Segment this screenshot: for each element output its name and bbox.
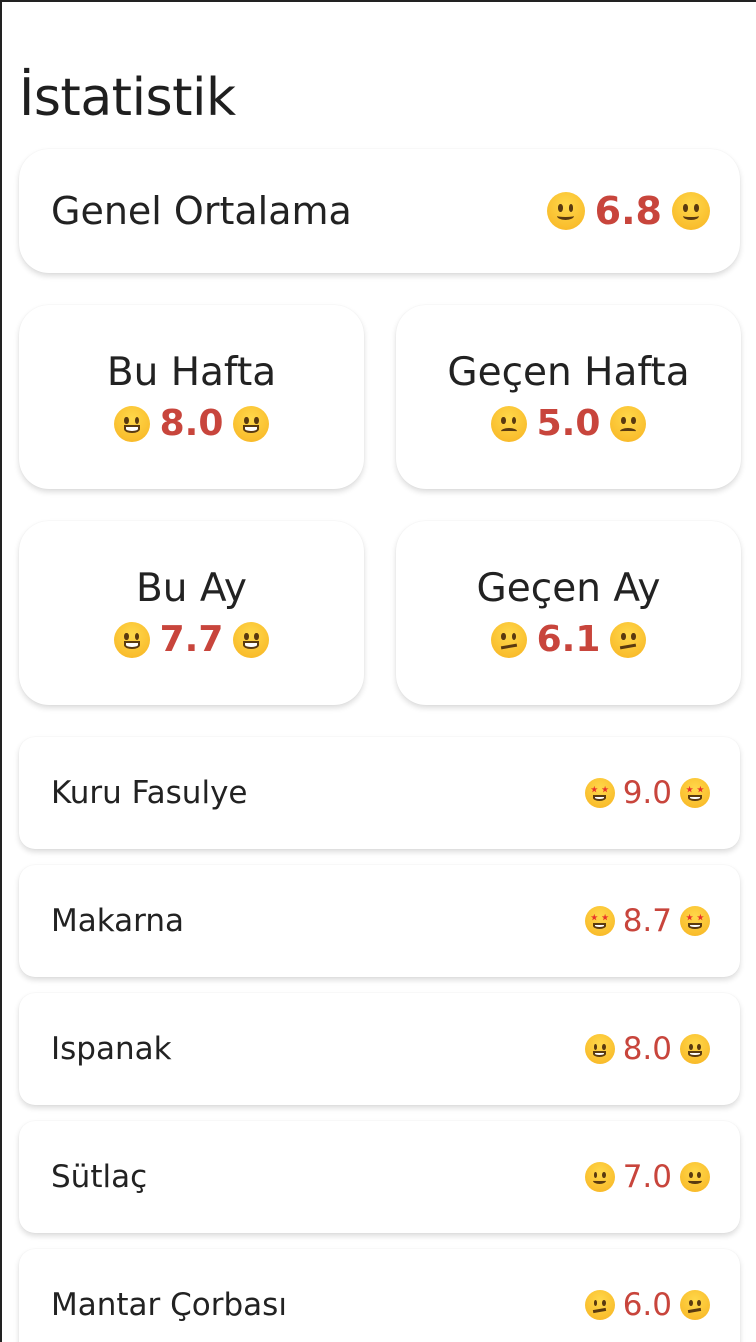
slightly-smiling-face-icon	[680, 1162, 710, 1192]
period-label: Geçen Ay	[476, 566, 661, 611]
frowning-face-icon	[610, 405, 647, 442]
food-score-group: 8.0	[584, 1031, 710, 1067]
period-card-this-week: Bu Hafta 8.0	[19, 305, 364, 489]
period-score: 6.1	[536, 619, 601, 660]
food-name: Kuru Fasulye	[51, 775, 248, 811]
food-score-group: 9.0	[584, 775, 710, 811]
food-name: Ispanak	[51, 1031, 172, 1067]
food-score-group: 8.7	[584, 903, 710, 939]
period-score-group: 6.1	[490, 619, 647, 660]
food-name: Makarna	[51, 903, 184, 939]
grinning-face-icon	[113, 405, 150, 442]
food-name: Sütlaç	[51, 1159, 148, 1195]
period-score: 8.0	[159, 403, 224, 444]
confused-face-icon	[584, 1290, 615, 1320]
food-score: 9.0	[622, 775, 672, 811]
grinning-face-icon	[584, 1034, 615, 1064]
star-struck-icon	[584, 906, 615, 936]
slightly-smiling-face-icon	[672, 192, 710, 230]
confused-face-icon	[680, 1290, 710, 1320]
food-list-item[interactable]: Ispanak 8.0	[19, 993, 740, 1105]
star-struck-icon	[680, 778, 710, 808]
star-struck-icon	[584, 778, 615, 808]
food-list-item[interactable]: Sütlaç 7.0	[19, 1121, 740, 1233]
period-label: Geçen Hafta	[447, 350, 690, 395]
food-score-group: 6.0	[584, 1287, 710, 1323]
food-score: 6.0	[622, 1287, 672, 1323]
page-title: İstatistik	[19, 68, 236, 128]
food-name: Mantar Çorbası	[51, 1287, 287, 1323]
overall-average-score: 6.8	[594, 189, 662, 233]
period-score: 5.0	[536, 403, 601, 444]
food-list-item[interactable]: Kuru Fasulye 9.0	[19, 737, 740, 849]
food-list-item[interactable]: Mantar Çorbası 6.0	[19, 1249, 740, 1342]
period-label: Bu Ay	[136, 566, 247, 611]
slightly-smiling-face-icon	[546, 192, 585, 230]
grinning-face-icon	[680, 1034, 710, 1064]
overall-average-score-group: 6.8	[546, 189, 710, 233]
overall-average-label: Genel Ortalama	[51, 189, 352, 233]
period-card-last-week: Geçen Hafta 5.0	[396, 305, 741, 489]
period-score-group: 8.0	[113, 403, 270, 444]
grinning-face-icon	[113, 621, 150, 658]
period-card-last-month: Geçen Ay 6.1	[396, 521, 741, 705]
food-score: 8.7	[622, 903, 672, 939]
period-score-group: 5.0	[490, 403, 647, 444]
frowning-face-icon	[490, 405, 527, 442]
confused-face-icon	[490, 621, 527, 658]
period-label: Bu Hafta	[106, 350, 277, 395]
food-score-group: 7.0	[584, 1159, 710, 1195]
confused-face-icon	[610, 621, 647, 658]
slightly-smiling-face-icon	[584, 1162, 615, 1192]
overall-average-card: Genel Ortalama 6.8	[19, 149, 740, 273]
food-score: 8.0	[622, 1031, 672, 1067]
period-score: 7.7	[159, 619, 224, 660]
food-score: 7.0	[622, 1159, 672, 1195]
food-list-item[interactable]: Makarna 8.7	[19, 865, 740, 977]
grinning-face-icon	[233, 621, 270, 658]
period-card-this-month: Bu Ay 7.7	[19, 521, 364, 705]
period-score-group: 7.7	[113, 619, 270, 660]
grinning-face-icon	[233, 405, 270, 442]
star-struck-icon	[680, 906, 710, 936]
